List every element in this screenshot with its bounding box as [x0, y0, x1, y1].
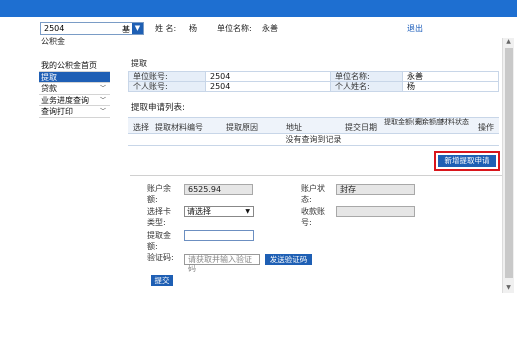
empty-message: 没有查询到记录: [128, 134, 499, 146]
name-label: 姓 名:: [155, 24, 177, 33]
unit-account-value: 2504: [205, 71, 331, 82]
account-select[interactable]: 2504 基 ▼: [40, 22, 144, 35]
account-info-table: 单位账号: 2504 单位名称: 永善 个人账号: 2504 个人姓名: 杨: [128, 71, 499, 92]
amount-input[interactable]: [184, 230, 254, 241]
column-amount: 提取金额(元): [384, 118, 425, 126]
sidebar-item-print[interactable]: 查询打印 ﹀: [39, 106, 110, 118]
sidebar-item-label: 我的公积金首页: [41, 61, 97, 70]
status-label: 账户状态:: [301, 184, 325, 204]
balance-label: 账户余额:: [147, 184, 171, 204]
column-operation: 操作: [478, 123, 494, 132]
unit-name-label: 单位名称:: [330, 71, 403, 82]
amount-label: 提取金额:: [147, 231, 171, 251]
org-value: 永善: [262, 24, 278, 33]
sidebar-item-label: 贷款: [41, 84, 57, 93]
payee-account-label: 收款账号:: [301, 207, 325, 227]
send-code-button[interactable]: 发送验证码: [265, 254, 312, 265]
unit-account-label: 单位账号:: [128, 71, 206, 82]
scroll-down-icon[interactable]: ▼: [503, 284, 514, 293]
personal-name-label: 个人姓名:: [330, 81, 403, 92]
section-title: 提取: [131, 59, 147, 68]
new-withdraw-button[interactable]: 新增提取申请: [438, 155, 496, 167]
column-material-no: 提取材料编号: [155, 123, 203, 132]
card-type-label: 选择卡类型:: [147, 207, 171, 227]
top-bar: [0, 0, 517, 17]
account-select-overflow: 基: [122, 25, 130, 34]
personal-account-value: 2504: [205, 81, 331, 92]
list-header: 选择 提取材料编号 提取原因 地址 提交日期 提取金额(元) 剩余额度 材料状态…: [128, 117, 499, 134]
scroll-thumb[interactable]: [505, 48, 513, 278]
chevron-down-icon: ﹀: [99, 85, 106, 92]
column-material-status: 材料状态: [441, 118, 469, 126]
submit-button[interactable]: 提交: [151, 275, 173, 286]
sidebar-item-withdraw[interactable]: 提取: [39, 71, 110, 83]
logout-link[interactable]: 退出: [407, 23, 423, 34]
chevron-down-icon: ▼: [245, 208, 250, 215]
sidebar: 我的公积金首页 提取 贷款 ﹀ 业务进度查询 ﹀ 查询打印 ﹀: [39, 60, 110, 118]
card-type-value: 请选择: [187, 207, 211, 216]
site-label: 公积金: [41, 37, 65, 46]
verify-code-label: 验证码:: [147, 253, 174, 262]
scrollbar[interactable]: ▲ ▼: [502, 38, 514, 293]
account-select-value: 2504: [44, 24, 65, 33]
list-title: 提取申请列表:: [131, 103, 185, 113]
verify-code-input[interactable]: 请获取并输入验证码: [184, 254, 260, 273]
sidebar-item-progress[interactable]: 业务进度查询 ﹀: [39, 94, 110, 106]
sidebar-item-label: 提取: [41, 72, 57, 82]
sidebar-item-home[interactable]: 我的公积金首页: [39, 60, 110, 72]
chevron-down-icon: ﹀: [99, 96, 106, 104]
status-field: 封存: [336, 184, 415, 195]
personal-account-label: 个人账号:: [128, 81, 206, 92]
unit-name-value: 永善: [402, 71, 499, 82]
payee-account-field: [336, 206, 415, 217]
column-submit-date: 提交日期: [345, 123, 377, 132]
chevron-down-icon[interactable]: ▼: [132, 23, 143, 34]
balance-field: 6525.94: [184, 184, 253, 195]
personal-name-value: 杨: [402, 81, 499, 92]
name-value: 杨: [189, 24, 197, 33]
chevron-down-icon: ﹀: [99, 108, 106, 115]
org-label: 单位名称:: [217, 24, 252, 33]
column-reason: 提取原因: [226, 123, 258, 132]
highlight-box: 新增提取申请: [434, 151, 500, 171]
sidebar-item-loan[interactable]: 贷款 ﹀: [39, 83, 110, 95]
scroll-up-icon[interactable]: ▲: [503, 38, 514, 47]
column-address: 地址: [286, 123, 302, 132]
card-type-select[interactable]: 请选择 ▼: [184, 206, 254, 217]
column-select: 选择: [133, 123, 149, 132]
column-remaining: 剩余额度: [415, 118, 443, 126]
sidebar-item-label: 业务进度查询: [41, 95, 89, 105]
sidebar-item-label: 查询打印: [41, 107, 73, 116]
